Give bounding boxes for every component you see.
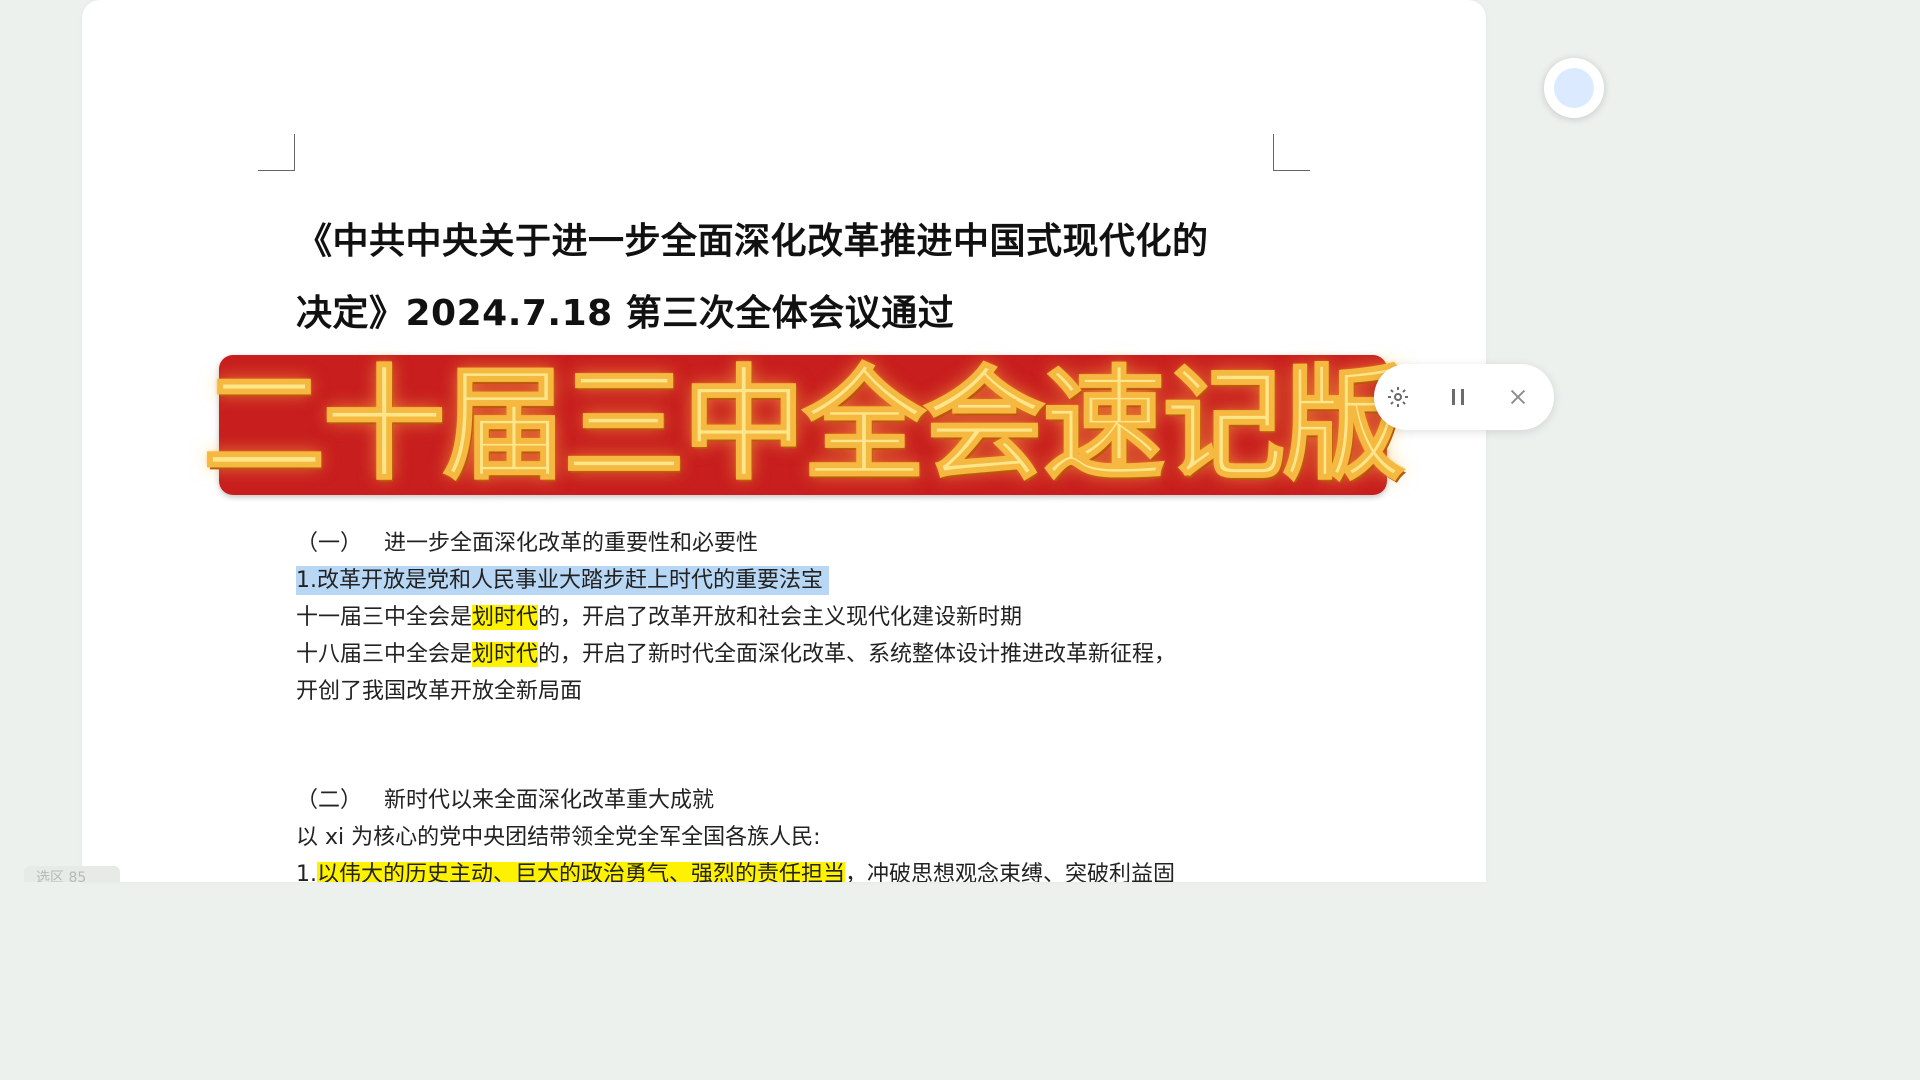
section1-line2: 十一届三中全会是划时代的，开启了改革开放和社会主义现代化建设新时期	[296, 599, 1022, 636]
highlight-yellow: 划时代	[472, 642, 539, 667]
section2-heading-text: 新时代以来全面深化改革重大成就	[384, 788, 715, 813]
section1-number: （一）	[296, 531, 363, 556]
settings-icon[interactable]	[1382, 381, 1414, 413]
section1-item1[interactable]: 1.改革开放是党和人民事业大踏步赶上时代的重要法宝	[296, 562, 829, 599]
status-label: 选区 85	[24, 866, 120, 882]
title-line-1: 《中共中央关于进一步全面深化改革推进中国式现代化的	[296, 221, 1209, 262]
close-icon[interactable]	[1502, 381, 1534, 413]
text-span: 的，开启了改革开放和社会主义现代化建设新时期	[538, 605, 1023, 630]
pause-icon[interactable]	[1442, 381, 1474, 413]
crop-mark-top-right	[1273, 134, 1310, 171]
section2-line2: 1.以伟大的历史主动、巨大的政治勇气、强烈的责任担当，冲破思想观念束缚、突破利益…	[296, 856, 1175, 882]
text-span: 的，开启了新时代全面深化改革、系统整体设计推进改革新征程，	[538, 642, 1177, 667]
highlight-yellow: 以伟大的历史主动、巨大的政治勇气、强烈的责任担当	[317, 862, 846, 882]
title-line-2: 决定》2024.7.18 第三次全体会议通过	[296, 293, 955, 334]
section1-heading: （一） 进一步全面深化改革的重要性和必要性	[296, 525, 758, 562]
section2-number: （二）	[296, 788, 363, 813]
section2-heading: （二） 新时代以来全面深化改革重大成就	[296, 782, 714, 819]
assistant-icon	[1554, 68, 1594, 108]
section1-line3: 十八届三中全会是划时代的，开启了新时代全面深化改革、系统整体设计推进改革新征程，	[296, 636, 1176, 673]
text-span: 十八届三中全会是	[296, 642, 473, 667]
section1-heading-text: 进一步全面深化改革的重要性和必要性	[384, 531, 759, 556]
document-title: 《中共中央关于进一步全面深化改革推进中国式现代化的 决定》2024.7.18 第…	[296, 206, 1296, 350]
section2-line1: 以 xi 为核心的党中央团结带领全党全军全国各族人民:	[296, 825, 821, 850]
selected-text[interactable]: 1.改革开放是党和人民事业大踏步赶上时代的重要法宝	[296, 566, 829, 595]
crop-mark-top-left	[258, 134, 295, 171]
text-span: 十一届三中全会是	[296, 605, 473, 630]
banner-text: 二十届三中全会速记版	[202, 354, 1406, 496]
highlight-yellow: 划时代	[472, 605, 539, 630]
floating-toolbar	[1374, 364, 1554, 430]
text-span: ，冲破思想观念束缚、突破利益固	[845, 862, 1176, 882]
title-banner: 二十届三中全会速记版	[202, 355, 1406, 495]
section1-line4: 开创了我国改革开放全新局面	[296, 679, 583, 704]
assistant-bubble[interactable]	[1544, 58, 1604, 118]
text-span: 1.	[296, 862, 317, 882]
